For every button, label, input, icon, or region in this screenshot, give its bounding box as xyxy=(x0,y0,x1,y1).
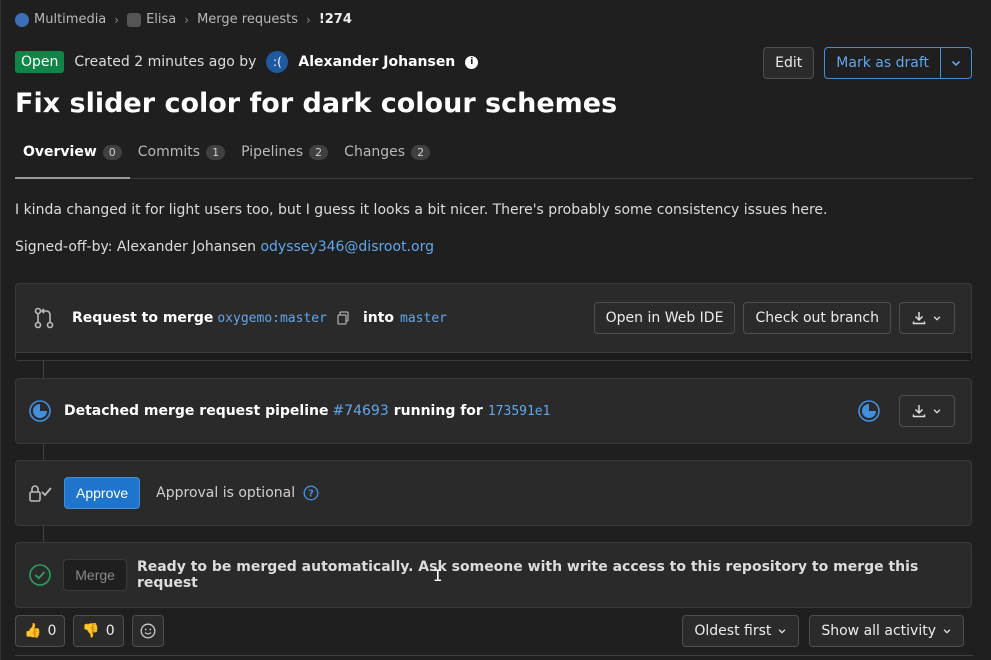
author-avatar[interactable]: :( xyxy=(266,51,289,73)
download-icon xyxy=(912,405,926,418)
pipeline-running-icon[interactable] xyxy=(16,399,64,423)
pipeline-commit-link[interactable]: 173591e1 xyxy=(488,404,551,419)
tab-count: 0 xyxy=(102,145,122,160)
activity-controls: Oldest first Show all activity xyxy=(682,615,964,647)
signoff-line: Signed-off-by: Alexander Johansen odysse… xyxy=(15,239,434,255)
author-name[interactable]: Alexander Johansen xyxy=(298,54,455,70)
merge-request-widget: Request to merge oxygemo:master into mas… xyxy=(15,283,972,361)
into-label: into xyxy=(362,310,395,326)
open-web-ide-button[interactable]: Open in Web IDE xyxy=(593,302,736,334)
smiley-icon xyxy=(140,623,156,639)
activity-filter-dropdown[interactable]: Show all activity xyxy=(809,615,964,647)
thumbs-down-button[interactable]: 👎 0 xyxy=(73,615,124,647)
tab-overview[interactable]: Overview 0 xyxy=(15,136,130,179)
chevron-down-icon xyxy=(933,316,941,321)
mr-tabs: Overview 0 Commits 1 Pipelines 2 Changes… xyxy=(15,136,973,179)
pipeline-running-label: running for xyxy=(393,403,483,419)
draft-split-button: Mark as draft xyxy=(824,47,972,79)
breadcrumb-section[interactable]: Merge requests xyxy=(197,12,298,27)
copy-branch-icon[interactable] xyxy=(337,311,349,325)
description-text: I kinda changed it for light users too, … xyxy=(15,202,828,218)
chevron-right-icon: › xyxy=(114,12,120,27)
approval-optional-text: Approval is optional xyxy=(156,485,296,501)
merge-widget: Merge Ready to be merged automatically. … xyxy=(15,542,972,608)
tab-changes[interactable]: Changes 2 xyxy=(336,136,438,179)
tab-count: 1 xyxy=(206,145,226,160)
approval-widget: Approve Approval is optional ? xyxy=(15,460,972,526)
sort-dropdown[interactable]: Oldest first xyxy=(682,615,800,647)
group-avatar-icon xyxy=(15,12,29,27)
request-to-merge-label: Request to merge xyxy=(72,310,214,326)
connector-line xyxy=(43,361,44,378)
help-icon[interactable]: ? xyxy=(303,485,319,501)
created-text: Created 2 minutes ago by xyxy=(74,54,257,70)
mr-header: Open Created 2 minutes ago by :( Alexand… xyxy=(15,51,479,73)
connector-line xyxy=(43,526,44,542)
page-title: Fix slider color for dark colour schemes xyxy=(15,88,618,119)
connector-line xyxy=(43,444,44,460)
breadcrumb-project[interactable]: Elisa xyxy=(127,12,176,27)
header-actions: Edit Mark as draft xyxy=(763,47,972,79)
chevron-down-icon xyxy=(778,629,786,634)
status-badge: Open xyxy=(15,51,65,73)
merge-request-icon xyxy=(16,307,72,329)
info-icon: i xyxy=(465,55,479,69)
pipeline-label: Detached merge request pipeline xyxy=(64,403,329,419)
thumbs-up-button[interactable]: 👍 0 xyxy=(15,615,66,647)
edit-button[interactable]: Edit xyxy=(763,47,815,79)
breadcrumb: Multimedia › Elisa › Merge requests › !2… xyxy=(15,12,352,27)
pipeline-actions xyxy=(857,395,955,427)
thumbs-up-icon: 👍 xyxy=(24,623,42,639)
draft-dropdown-toggle[interactable] xyxy=(941,47,972,79)
target-branch-link[interactable]: master xyxy=(400,311,447,326)
merge-request-page: Multimedia › Elisa › Merge requests › !2… xyxy=(0,0,991,660)
breadcrumb-current[interactable]: !274 xyxy=(319,12,352,27)
download-dropdown-button[interactable] xyxy=(899,302,955,334)
project-avatar-icon xyxy=(127,12,142,27)
download-icon xyxy=(912,312,926,325)
merge-request-actions: Open in Web IDE Check out branch xyxy=(593,302,955,334)
signoff-email-link[interactable]: odyssey346@disroot.org xyxy=(260,239,434,255)
chevron-down-icon xyxy=(943,629,951,634)
status-success-icon xyxy=(16,563,63,587)
widget-divider xyxy=(16,352,971,360)
source-branch-link[interactable]: oxygemo:master xyxy=(217,311,327,326)
tab-count: 2 xyxy=(309,145,329,160)
merge-button[interactable]: Merge xyxy=(63,559,127,591)
tab-pipelines[interactable]: Pipelines 2 xyxy=(233,136,336,179)
pipeline-widget: Detached merge request pipeline #74693 r… xyxy=(15,378,972,444)
artifacts-dropdown-button[interactable] xyxy=(899,395,955,427)
pipeline-status-icon[interactable] xyxy=(857,399,881,423)
signoff-prefix: Signed-off-by: Alexander Johansen xyxy=(15,239,257,255)
divider xyxy=(15,655,973,656)
thumbs-down-icon: 👎 xyxy=(82,623,100,639)
approve-button[interactable]: Approve xyxy=(64,477,141,509)
merge-ready-text: Ready to be merged automatically. Ask so… xyxy=(136,559,919,591)
add-reaction-button[interactable] xyxy=(131,615,164,647)
svg-text:?: ? xyxy=(308,489,314,500)
tab-count: 2 xyxy=(411,145,431,160)
breadcrumb-group[interactable]: Multimedia xyxy=(15,12,106,27)
check-out-branch-button[interactable]: Check out branch xyxy=(743,302,891,334)
mark-as-draft-button[interactable]: Mark as draft xyxy=(824,47,941,79)
activity-footer: 👍 0 👎 0 Oldest first Show all activity xyxy=(15,615,973,647)
text-cursor-icon: I xyxy=(433,566,443,585)
chevron-right-icon: › xyxy=(184,12,190,27)
tab-commits[interactable]: Commits 1 xyxy=(130,136,233,179)
pipeline-id-link[interactable]: #74693 xyxy=(332,403,388,419)
chevron-right-icon: › xyxy=(306,12,311,27)
approval-lock-icon xyxy=(16,483,64,503)
chevron-down-icon xyxy=(933,409,941,414)
chevron-down-icon xyxy=(951,60,961,67)
